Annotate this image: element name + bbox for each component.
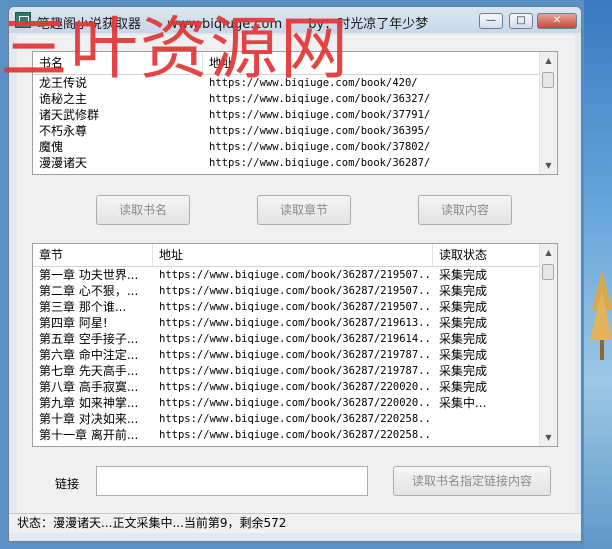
chapter-status-cell[interactable] xyxy=(433,411,542,427)
column-header-chapter[interactable]: 章节 xyxy=(33,244,153,266)
chapter-status-cell[interactable]: 采集完成 xyxy=(433,283,542,299)
table-row[interactable]: 第九章 如来神掌... https://www.biqiuge.com/book/… xyxy=(33,395,540,411)
read-by-link-button[interactable]: 读取书名指定链接内容 xyxy=(393,466,551,496)
client-area: 书名 地址 龙王传说 https://www.biqiuge.com/book/4… xyxy=(17,35,575,513)
book-url-cell[interactable]: https://www.biqiuge.com/book/37802/ xyxy=(203,139,542,155)
scroll-down-icon[interactable]: ▼ xyxy=(540,157,557,174)
chapter-name-cell[interactable]: 第九章 如来神掌... xyxy=(33,395,153,411)
book-name-cell[interactable]: 诡秘之主 xyxy=(33,91,203,107)
book-url-cell[interactable]: https://www.biqiuge.com/book/36395/ xyxy=(203,123,542,139)
chapter-status-cell[interactable]: 采集完成 xyxy=(433,267,542,283)
table-row[interactable]: 第十一章 离开前... https://www.biqiuge.com/book/… xyxy=(33,427,540,443)
table-row[interactable]: 第一章 功夫世界... https://www.biqiuge.com/book/… xyxy=(33,267,540,283)
chapter-url-cell[interactable]: https://www.biqiuge.com/book/36287/21950… xyxy=(153,267,433,283)
chapter-name-cell[interactable]: 第七章 先天高手... xyxy=(33,363,153,379)
desktop-tree-decoration xyxy=(590,270,612,360)
table-row[interactable]: 诸天武修群 https://www.biqiuge.com/book/37791/ xyxy=(33,107,540,123)
table-row[interactable]: 诡秘之主 https://www.biqiuge.com/book/36327/ xyxy=(33,91,540,107)
chapter-url-cell[interactable]: https://www.biqiuge.com/book/36287/21961… xyxy=(153,331,433,347)
book-url-cell[interactable]: https://www.biqiuge.com/book/36327/ xyxy=(203,91,542,107)
chapter-status-cell[interactable]: 采集完成 xyxy=(433,363,542,379)
chapter-name-cell[interactable]: 第四章 阿星! xyxy=(33,315,153,331)
chapter-url-cell[interactable]: https://www.biqiuge.com/book/36287/22025… xyxy=(153,427,433,443)
scroll-down-icon[interactable]: ▼ xyxy=(540,429,557,446)
maximize-icon: □ xyxy=(516,15,526,26)
minimize-button[interactable]: — xyxy=(479,13,503,29)
book-name-cell[interactable]: 魔傀 xyxy=(33,139,203,155)
book-name-cell[interactable]: 不朽永尊 xyxy=(33,123,203,139)
chapter-name-cell[interactable]: 第五章 空手接子... xyxy=(33,331,153,347)
table-row[interactable]: 第十章 对决如来... https://www.biqiuge.com/book/… xyxy=(33,411,540,427)
table-row[interactable]: 第三章 那个谁... https://www.biqiuge.com/book/3… xyxy=(33,299,540,315)
column-header-status[interactable]: 读取状态 xyxy=(433,244,542,266)
chapter-status-cell[interactable]: 采集完成 xyxy=(433,299,542,315)
scroll-thumb[interactable] xyxy=(542,72,554,88)
chapter-status-cell[interactable]: 采集完成 xyxy=(433,331,542,347)
table-row[interactable]: 第八章 高手寂寞... https://www.biqiuge.com/book/… xyxy=(33,379,540,395)
chapter-url-cell[interactable]: https://www.biqiuge.com/book/36287/22002… xyxy=(153,379,433,395)
status-text: 状态：漫漫诸天...正文采集中...当前第9，剩余572 xyxy=(17,516,287,530)
book-name-cell[interactable]: 诸天武修群 xyxy=(33,107,203,123)
chapter-status-cell[interactable]: 采集完成 xyxy=(433,315,542,331)
chapter-name-cell[interactable]: 第十章 对决如来... xyxy=(33,411,153,427)
table-row[interactable]: 第二章 心不狠，... https://www.biqiuge.com/book/… xyxy=(33,283,540,299)
read-books-button[interactable]: 读取书名 xyxy=(96,195,190,225)
chapter-name-cell[interactable]: 第十一章 离开前... xyxy=(33,427,153,443)
link-input[interactable] xyxy=(96,466,368,496)
book-url-cell[interactable]: https://www.biqiuge.com/book/37791/ xyxy=(203,107,542,123)
column-header-url[interactable]: 地址 xyxy=(153,244,433,266)
chapter-status-cell[interactable]: 采集完成 xyxy=(433,379,542,395)
watermark-text: 三叶资源网 xyxy=(0,10,351,89)
close-button[interactable]: ✕ xyxy=(537,13,577,29)
books-scrollbar[interactable]: ▲ ▼ xyxy=(539,52,557,174)
read-chapters-button[interactable]: 读取章节 xyxy=(257,195,351,225)
read-content-button[interactable]: 读取内容 xyxy=(418,195,512,225)
maximize-button[interactable]: □ xyxy=(509,13,533,29)
table-row[interactable]: 第六章 命中注定... https://www.biqiuge.com/book/… xyxy=(33,347,540,363)
book-url-cell[interactable]: https://www.biqiuge.com/book/36287/ xyxy=(203,155,542,171)
chapter-status-cell[interactable]: 采集完成 xyxy=(433,347,542,363)
chapters-table-header: 章节 地址 读取状态 xyxy=(33,244,542,267)
chapter-url-cell[interactable]: https://www.biqiuge.com/book/36287/21950… xyxy=(153,283,433,299)
table-row[interactable]: 第四章 阿星! https://www.biqiuge.com/book/3628… xyxy=(33,315,540,331)
chapters-scrollbar[interactable]: ▲ ▼ xyxy=(539,244,557,446)
chapter-name-cell[interactable]: 第八章 高手寂寞... xyxy=(33,379,153,395)
book-name-cell[interactable]: 漫漫诸天 xyxy=(33,155,203,171)
chapters-table[interactable]: 章节 地址 读取状态 第一章 功夫世界... https://www.biqiug… xyxy=(32,243,558,447)
close-icon: ✕ xyxy=(552,15,562,26)
status-bar: 状态：漫漫诸天...正文采集中...当前第9，剩余572 xyxy=(9,513,581,533)
chapter-url-cell[interactable]: https://www.biqiuge.com/book/36287/22025… xyxy=(153,411,433,427)
chapter-name-cell[interactable]: 第二章 心不狠，... xyxy=(33,283,153,299)
chapter-url-cell[interactable]: https://www.biqiuge.com/book/36287/21950… xyxy=(153,299,433,315)
chapter-url-cell[interactable]: https://www.biqiuge.com/book/36287/21978… xyxy=(153,347,433,363)
table-row[interactable]: 第七章 先天高手... https://www.biqiuge.com/book/… xyxy=(33,363,540,379)
scroll-thumb[interactable] xyxy=(542,264,554,280)
table-row[interactable]: 第五章 空手接子... https://www.biqiuge.com/book/… xyxy=(33,331,540,347)
chapter-name-cell[interactable]: 第三章 那个谁... xyxy=(33,299,153,315)
chapter-url-cell[interactable]: https://www.biqiuge.com/book/36287/21978… xyxy=(153,363,433,379)
chapter-status-cell[interactable] xyxy=(433,427,542,443)
chapter-url-cell[interactable]: https://www.biqiuge.com/book/36287/21961… xyxy=(153,315,433,331)
link-label: 链接 xyxy=(55,477,80,491)
chapter-status-cell[interactable]: 采集中... xyxy=(433,395,542,411)
chapter-name-cell[interactable]: 第一章 功夫世界... xyxy=(33,267,153,283)
table-row[interactable]: 漫漫诸天 https://www.biqiuge.com/book/36287/ xyxy=(33,155,540,171)
minimize-icon: — xyxy=(486,15,496,26)
table-row[interactable]: 魔傀 https://www.biqiuge.com/book/37802/ xyxy=(33,139,540,155)
scroll-up-icon[interactable]: ▲ xyxy=(540,52,557,69)
chapter-url-cell[interactable]: https://www.biqiuge.com/book/36287/22002… xyxy=(153,395,433,411)
scroll-up-icon[interactable]: ▲ xyxy=(540,244,557,261)
table-row[interactable]: 不朽永尊 https://www.biqiuge.com/book/36395/ xyxy=(33,123,540,139)
chapter-name-cell[interactable]: 第六章 命中注定... xyxy=(33,347,153,363)
